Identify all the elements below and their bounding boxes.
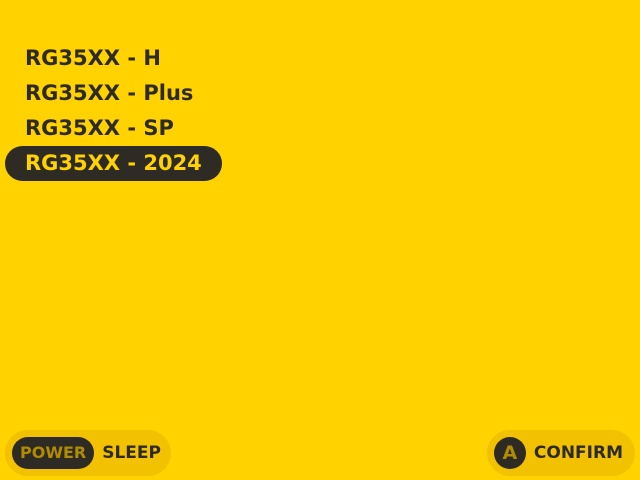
sleep-label: SLEEP — [102, 443, 161, 463]
confirm-label: CONFIRM — [533, 443, 623, 463]
a-button-icon: A — [493, 437, 526, 469]
confirm-hint[interactable]: A CONFIRM — [486, 430, 635, 476]
menu-item-rg35xx-2024[interactable]: RG35XX - 2024 — [5, 146, 222, 181]
menu-item-rg35xx-plus[interactable]: RG35XX - Plus — [5, 76, 213, 111]
device-menu: RG35XX - H RG35XX - Plus RG35XX - SP RG3… — [5, 41, 222, 181]
menu-item-rg35xx-sp[interactable]: RG35XX - SP — [5, 111, 194, 146]
device-select-screen: { "menu": { "items": [ {"label": "RG35XX… — [0, 0, 640, 480]
power-key-badge: POWER — [12, 437, 95, 469]
power-sleep-hint[interactable]: POWER SLEEP — [5, 430, 171, 476]
menu-item-rg35xx-h[interactable]: RG35XX - H — [5, 41, 181, 76]
